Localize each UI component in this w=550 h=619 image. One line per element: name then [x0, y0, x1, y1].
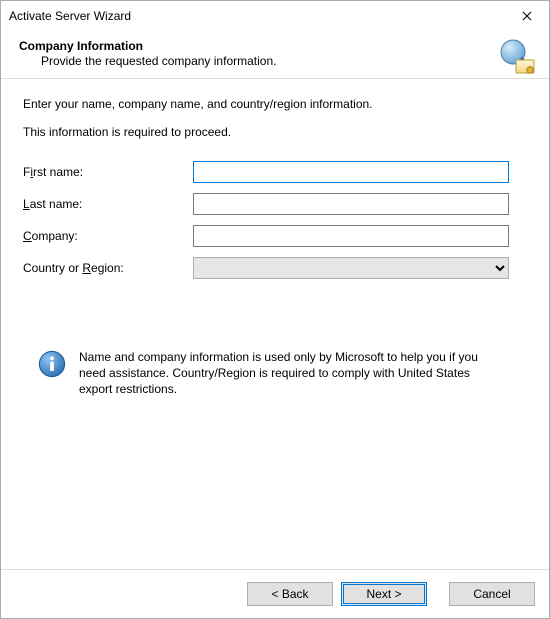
info-text: Name and company information is used onl… — [79, 349, 499, 398]
region-label: Country or Region: — [23, 261, 189, 275]
server-license-icon — [497, 37, 537, 77]
company-form: First name: Last name: Company: Country … — [23, 161, 509, 279]
info-panel: Name and company information is used onl… — [23, 349, 509, 398]
title-bar: Activate Server Wizard — [1, 1, 549, 31]
next-button[interactable]: Next > — [341, 582, 427, 606]
header-subtitle: Provide the requested company informatio… — [19, 53, 535, 68]
close-button[interactable] — [504, 1, 549, 31]
last-name-label: Last name: — [23, 197, 189, 211]
first-name-label: First name: — [23, 165, 189, 179]
region-select[interactable] — [193, 257, 509, 279]
close-icon — [522, 9, 532, 23]
back-button[interactable]: < Back — [247, 582, 333, 606]
first-name-input[interactable] — [193, 161, 509, 183]
cancel-button[interactable]: Cancel — [449, 582, 535, 606]
wizard-footer: < Back Next > Cancel — [1, 569, 549, 618]
wizard-body: Enter your name, company name, and count… — [1, 79, 549, 569]
wizard-window: Activate Server Wizard Company Informati… — [0, 0, 550, 619]
wizard-header: Company Information Provide the requeste… — [1, 31, 549, 78]
header-title: Company Information — [19, 39, 535, 53]
intro-text-2: This information is required to proceed. — [23, 125, 509, 139]
last-name-input[interactable] — [193, 193, 509, 215]
window-title: Activate Server Wizard — [9, 9, 131, 23]
info-icon — [37, 349, 67, 382]
intro-text-1: Enter your name, company name, and count… — [23, 97, 509, 111]
company-input[interactable] — [193, 225, 509, 247]
company-label: Company: — [23, 229, 189, 243]
